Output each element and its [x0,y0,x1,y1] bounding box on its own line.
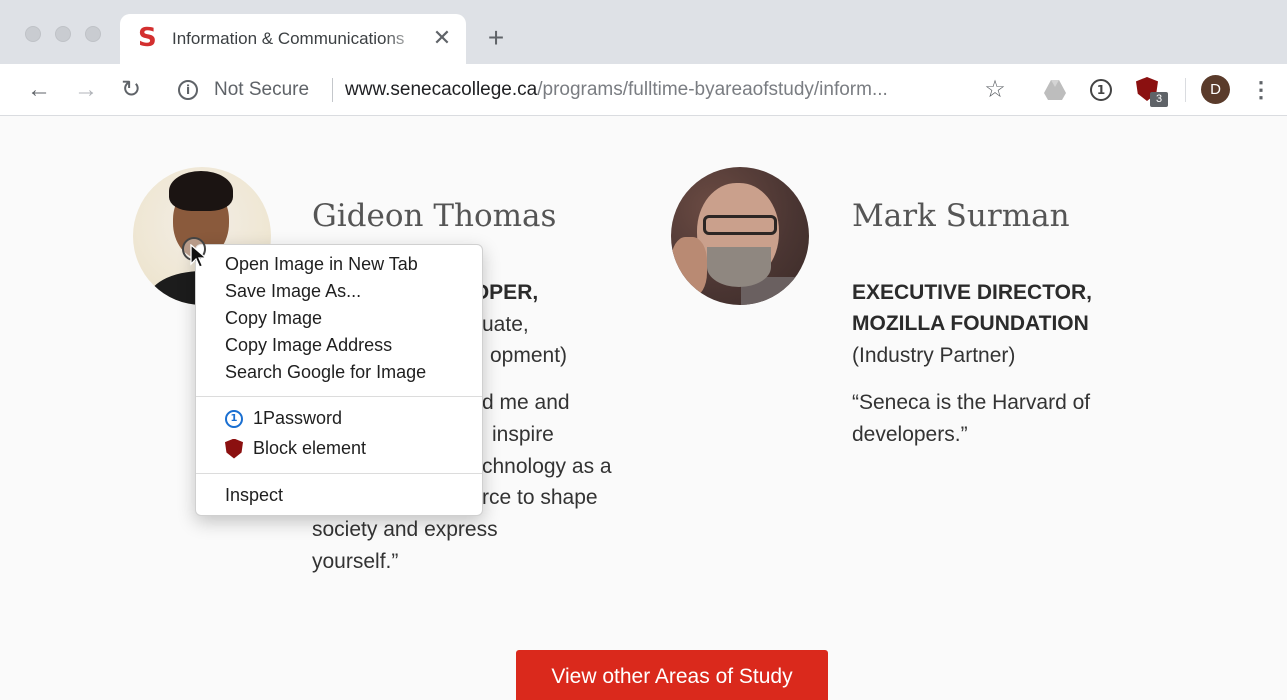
pointer-arrow-icon [190,244,208,268]
forward-arrow-icon[interactable]: → [72,76,100,104]
gideon-name: Gideon Thomas [312,198,557,234]
toolbar-divider [1185,78,1186,102]
photo-glasses [703,215,777,235]
onepassword-extension-icon[interactable]: 1 [1090,79,1114,103]
browser-toolbar: ← → ↻ i Not Secure www.senecacollege.ca/… [0,64,1287,116]
reload-icon[interactable]: ↻ [117,76,145,104]
mark-role-line-1: EXECUTIVE DIRECTOR, [852,281,1092,304]
menu-inspect[interactable]: Inspect [225,485,283,506]
menu-copy-image[interactable]: Copy Image [225,308,322,329]
menu-separator [196,396,482,397]
profile-avatar[interactable]: D [1201,75,1230,104]
mouse-cursor-icon [182,234,212,274]
tab-strip: S Information & Communications ✕ + [0,0,1287,64]
browser-menu-icon[interactable]: ⋮ [1250,76,1272,104]
mark-quote-line-2: developers.” [852,423,968,446]
onepassword-icon: 1 [225,409,243,428]
mark-name: Mark Surman [852,198,1070,234]
url-path: /programs/fulltime-byareaofstudy/inform.… [537,79,888,100]
menu-search-google-image[interactable]: Search Google for Image [225,362,426,383]
gideon-quote-line-3: chnology as a [482,455,612,478]
mark-sub: (Industry Partner) [852,344,1016,367]
window-minimize-button[interactable] [55,26,71,42]
view-other-areas-button[interactable]: View other Areas of Study [516,650,828,700]
menu-copy-image-address[interactable]: Copy Image Address [225,335,392,356]
security-status-text: Not Secure [214,79,310,100]
google-drive-icon[interactable] [1043,79,1067,103]
menu-1password-label: 1Password [253,408,343,428]
menu-open-image-new-tab[interactable]: Open Image in New Tab [225,254,418,275]
seneca-favicon-icon: S [138,23,157,53]
window-close-button[interactable] [25,26,41,42]
tab-title: Information & Communications [172,29,405,48]
photo-hair [169,171,233,211]
new-tab-button[interactable]: + [483,24,509,52]
gideon-sub-line-1: uate, [482,313,529,336]
gideon-quote-line-1: d me and [482,391,570,414]
url-divider [332,78,333,102]
address-bar[interactable]: www.senecacollege.ca/programs/fulltime-b… [345,78,955,102]
url-host: www.senecacollege.ca [345,79,538,100]
menu-block-element[interactable]: Block element [225,438,366,459]
bookmark-star-icon[interactable]: ☆ [981,76,1009,104]
back-arrow-icon[interactable]: ← [25,76,53,104]
menu-save-image-as[interactable]: Save Image As... [225,281,361,302]
photo-hand [671,237,707,297]
menu-separator [196,473,482,474]
gideon-quote-line-5: society and express [312,518,498,541]
browser-tab-active[interactable]: S Information & Communications ✕ [120,14,466,64]
window-zoom-button[interactable] [85,26,101,42]
info-icon: i [178,80,198,100]
gideon-sub-line-2: opment) [490,344,568,367]
gideon-quote-line-4: rce to shape [482,486,598,509]
gideon-quote-line-6: yourself.” [312,550,399,573]
menu-1password[interactable]: 1 1Password [225,408,342,429]
ublock-shield-icon [225,438,243,459]
mark-role-line-2: MOZILLA FOUNDATION [852,312,1089,335]
mark-quote-line-1: “Seneca is the Harvard of [852,391,1091,414]
ublock-count-badge: 3 [1150,92,1168,107]
site-security-indicator[interactable]: i Not Secure [178,78,309,102]
menu-block-element-label: Block element [253,438,367,458]
photo-beard [707,247,771,287]
gideon-quote-line-2: inspire [492,423,554,446]
tab-close-icon[interactable]: ✕ [430,26,454,50]
onepassword-icon: 1 [1090,79,1112,101]
image-context-menu: Open Image in New Tab Save Image As... C… [195,244,483,516]
mark-photo[interactable] [671,167,809,305]
